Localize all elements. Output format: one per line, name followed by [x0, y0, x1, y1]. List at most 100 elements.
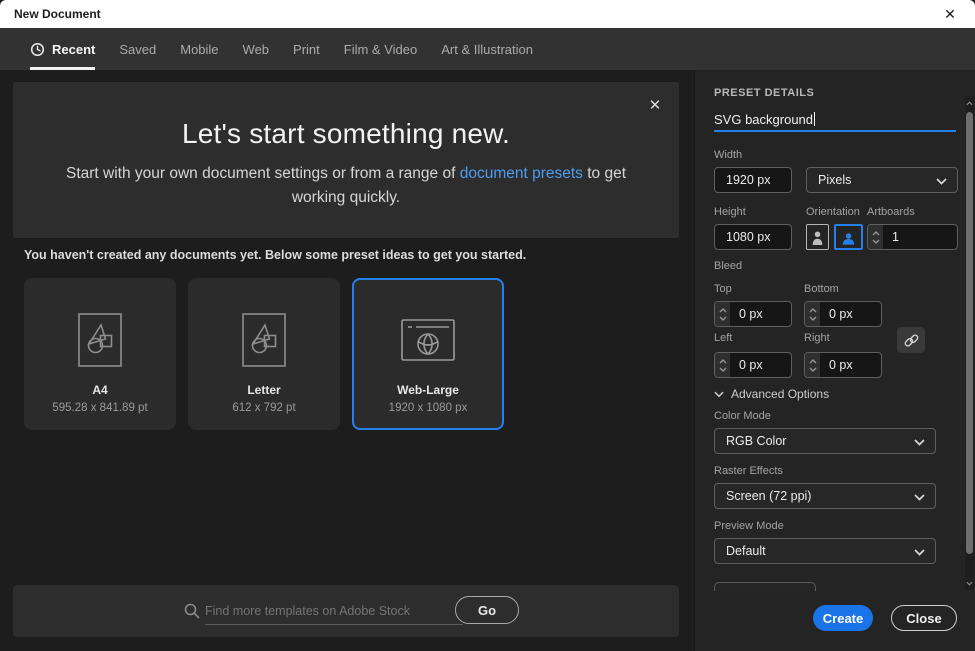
preset-details-panel: PRESET DETAILS SVG background Width 1920… — [694, 70, 975, 651]
clock-icon — [30, 42, 45, 57]
artboards-label: Artboards — [867, 206, 915, 218]
color-mode-value: RGB Color — [726, 434, 786, 448]
preset-size: 1920 x 1080 px — [354, 402, 502, 414]
chevron-up-icon — [719, 359, 727, 364]
browser-globe-icon — [401, 319, 455, 361]
bleed-top-label: Top — [714, 283, 732, 295]
tab-label: Saved — [119, 42, 156, 57]
bleed-left-stepper[interactable]: 0 px — [714, 352, 792, 378]
orientation-toggle — [806, 224, 863, 250]
preset-card-letter[interactable]: Letter 612 x 792 pt — [188, 278, 340, 430]
bleed-bottom-stepper[interactable]: 0 px — [804, 301, 882, 327]
scroll-up-arrow[interactable] — [965, 98, 974, 108]
bleed-link-toggle[interactable] — [897, 327, 925, 353]
stepper-arrows[interactable] — [715, 353, 730, 377]
artboards-stepper-arrows[interactable] — [868, 225, 883, 249]
color-mode-dropdown[interactable]: RGB Color — [714, 428, 936, 454]
chevron-down-icon — [719, 316, 727, 321]
raster-effects-value: Screen (72 ppi) — [726, 489, 811, 503]
height-value: 1080 px — [726, 230, 770, 244]
preview-mode-dropdown[interactable]: Default — [714, 538, 936, 564]
hero-close-button[interactable]: ✕ — [644, 94, 666, 116]
cutoff-control[interactable] — [714, 582, 816, 591]
document-shapes-icon — [242, 313, 286, 367]
tab-label: Recent — [52, 42, 95, 57]
orientation-landscape-button[interactable] — [834, 224, 863, 250]
scrollbar-thumb[interactable] — [966, 112, 973, 554]
window-title: New Document — [0, 7, 101, 21]
bleed-label: Bleed — [714, 260, 742, 272]
close-button[interactable]: Close — [891, 605, 957, 631]
orientation-label: Orientation — [806, 206, 860, 218]
document-name-value: SVG background — [714, 112, 813, 127]
text-caret — [814, 112, 815, 126]
bleed-right-label: Right — [804, 332, 830, 344]
scrollbar[interactable] — [965, 96, 974, 590]
document-shapes-icon — [78, 313, 122, 367]
tab-label: Art & Illustration — [441, 42, 533, 57]
preset-size: 612 x 792 pt — [190, 402, 338, 414]
chevron-down-icon — [714, 391, 724, 398]
close-icon: ✕ — [944, 6, 956, 23]
panel-header: PRESET DETAILS — [714, 87, 814, 99]
stepper-arrows[interactable] — [805, 353, 820, 377]
window-close-button[interactable]: ✕ — [935, 0, 965, 28]
chevron-down-icon — [914, 439, 925, 446]
tab-film-video[interactable]: Film & Video — [344, 28, 417, 70]
advanced-options-toggle[interactable]: Advanced Options — [714, 387, 829, 401]
chevron-down-icon — [914, 494, 925, 501]
create-button[interactable]: Create — [813, 605, 873, 631]
bleed-bottom-value: 0 px — [820, 302, 881, 326]
bleed-right-value: 0 px — [820, 353, 881, 377]
artboards-stepper[interactable]: 1 — [867, 224, 958, 250]
bleed-top-stepper[interactable]: 0 px — [714, 301, 792, 327]
preset-card-a4[interactable]: A4 595.28 x 841.89 pt — [24, 278, 176, 430]
tab-label: Web — [243, 42, 270, 57]
preset-size: 595.28 x 841.89 pt — [26, 402, 174, 414]
link-chain-icon — [903, 332, 920, 349]
stepper-arrows[interactable] — [715, 302, 730, 326]
chevron-down-icon — [914, 549, 925, 556]
chevron-up-icon — [719, 308, 727, 313]
stepper-arrows[interactable] — [805, 302, 820, 326]
orientation-portrait-button[interactable] — [806, 224, 829, 250]
units-dropdown[interactable]: Pixels — [806, 167, 958, 193]
hero-title: Let's start something new. — [13, 118, 679, 150]
chevron-down-icon — [719, 367, 727, 372]
tab-print[interactable]: Print — [293, 28, 320, 70]
raster-effects-dropdown[interactable]: Screen (72 ppi) — [714, 483, 936, 509]
hero-subtitle: Start with your own document settings or… — [56, 162, 636, 210]
landscape-person-icon — [840, 232, 857, 246]
search-icon — [183, 602, 201, 620]
chevron-down-icon — [936, 178, 947, 185]
width-input[interactable]: 1920 px — [714, 167, 792, 193]
close-icon: ✕ — [649, 96, 662, 114]
category-tabbar: Recent Saved Mobile Web Print Film & Vid… — [0, 28, 975, 70]
chevron-up-icon — [872, 231, 880, 236]
stock-search-input[interactable] — [205, 597, 463, 625]
chevron-down-icon — [966, 581, 973, 586]
height-input[interactable]: 1080 px — [714, 224, 792, 250]
intro-text: You haven't created any documents yet. B… — [24, 248, 526, 262]
go-button[interactable]: Go — [455, 596, 519, 624]
bleed-top-value: 0 px — [730, 302, 791, 326]
units-value: Pixels — [818, 173, 851, 187]
document-presets-link[interactable]: document presets — [460, 165, 583, 182]
chevron-up-icon — [809, 308, 817, 313]
tab-recent[interactable]: Recent — [30, 28, 95, 70]
bleed-left-label: Left — [714, 332, 732, 344]
tab-art-illustration[interactable]: Art & Illustration — [441, 28, 533, 70]
tab-saved[interactable]: Saved — [119, 28, 156, 70]
scroll-down-arrow[interactable] — [965, 578, 974, 588]
bleed-right-stepper[interactable]: 0 px — [804, 352, 882, 378]
preset-card-web-large[interactable]: Web-Large 1920 x 1080 px — [352, 278, 504, 430]
document-name-input[interactable]: SVG background — [714, 108, 956, 132]
chevron-up-icon — [809, 359, 817, 364]
tab-mobile[interactable]: Mobile — [180, 28, 218, 70]
height-label: Height — [714, 206, 746, 218]
hero-banner: ✕ Let's start something new. Start with … — [13, 82, 679, 238]
preview-mode-value: Default — [726, 544, 766, 558]
tab-web[interactable]: Web — [243, 28, 270, 70]
chevron-down-icon — [809, 316, 817, 321]
preset-cards: A4 595.28 x 841.89 pt — [24, 278, 504, 430]
